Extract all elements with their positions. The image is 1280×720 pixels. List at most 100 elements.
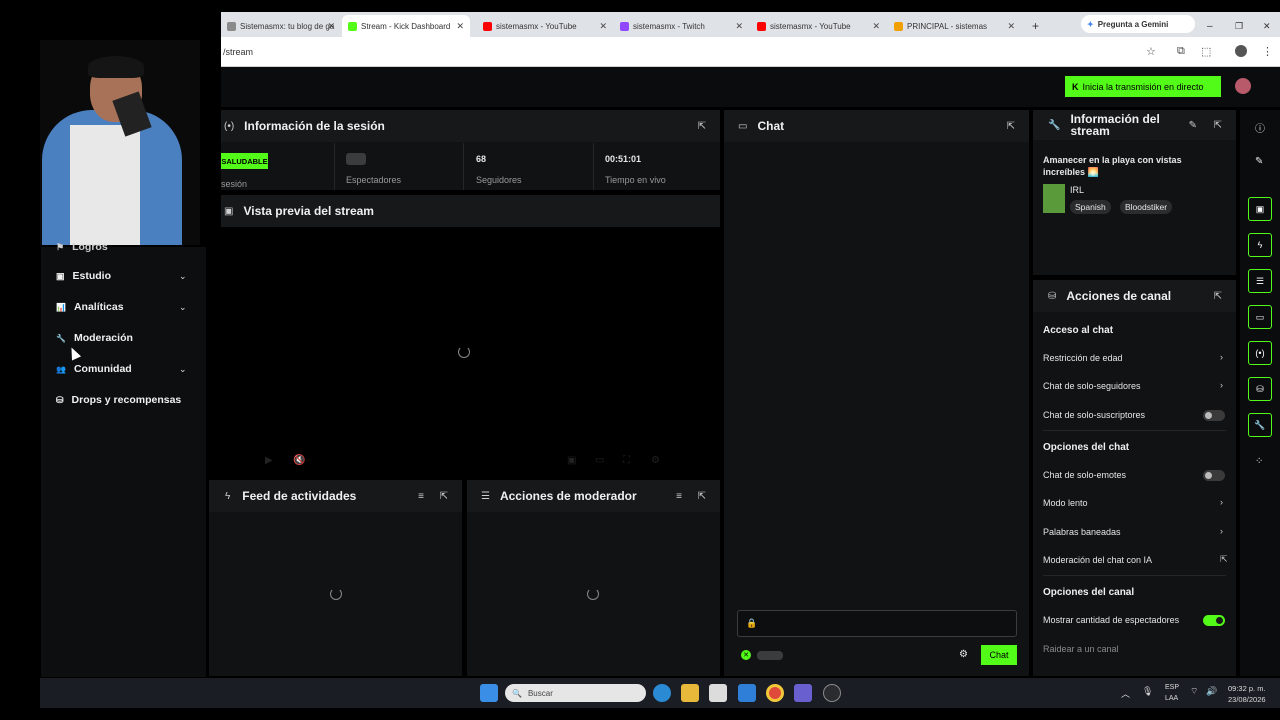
language-indicator[interactable]: ESP	[1165, 684, 1179, 691]
rail-session-button[interactable]: (•)	[1248, 341, 1272, 365]
gear-icon[interactable]: ⚙	[959, 649, 968, 660]
taskbar-search[interactable]: 🔍 Buscar	[505, 684, 646, 702]
url-text[interactable]: /stream	[223, 47, 253, 57]
close-icon[interactable]: ✕	[872, 21, 880, 32]
windows-start-icon[interactable]	[480, 684, 498, 702]
rail-activity-button[interactable]: ϟ	[1248, 233, 1272, 257]
category-name[interactable]: IRL	[1070, 185, 1084, 195]
subscribers-only-toggle[interactable]	[1203, 410, 1225, 421]
volume-icon[interactable]: 🔇	[293, 455, 305, 466]
setting-raid-channel[interactable]: Raidear a un canal	[1043, 644, 1119, 654]
info-icon[interactable]: ⓘ	[1255, 120, 1265, 135]
chevron-right-icon[interactable]: ›	[1220, 497, 1223, 507]
sidebar-item-logros[interactable]: ⚑ Logros	[56, 241, 108, 253]
chevron-right-icon[interactable]: ›	[1220, 380, 1223, 390]
chat-input[interactable]: 🔒	[737, 610, 1017, 637]
setting-ai-moderation[interactable]: Moderación del chat con IA	[1043, 555, 1152, 565]
wifi-icon[interactable]: ⌔	[1190, 686, 1198, 697]
tag-chip[interactable]: Spanish	[1070, 200, 1111, 214]
browser-tab[interactable]: sistemasmx - Twitch ✕	[614, 15, 749, 37]
setting-banned-words[interactable]: Palabras baneadas	[1043, 527, 1121, 537]
gemini-button[interactable]: ✦ Pregunta a Gemini	[1081, 15, 1195, 33]
sidebar-item-drops[interactable]: ⛁ Drops y recompensas	[56, 394, 181, 406]
extension-icon[interactable]: ⧉	[1177, 45, 1185, 58]
sidebar-item-analiticas[interactable]: 📊 Analíticas	[56, 301, 124, 313]
filter-icon[interactable]: ≡	[676, 491, 682, 502]
lock-icon: 🔒	[746, 618, 758, 628]
tag-chip[interactable]: Bloodstiker	[1120, 200, 1173, 214]
popout-icon[interactable]: ⇱	[1214, 120, 1222, 131]
filter-icon[interactable]: ≡	[418, 491, 424, 502]
store-icon[interactable]	[709, 684, 727, 702]
close-icon[interactable]: ✕	[1007, 21, 1015, 32]
sidebar-item-estudio[interactable]: ▣ Estudio	[56, 270, 111, 282]
rail-moderation-button[interactable]: 🔧	[1248, 413, 1272, 437]
gear-icon[interactable]: ⚙	[651, 455, 660, 466]
file-explorer-icon[interactable]	[681, 684, 699, 702]
popout-icon[interactable]: ⇱	[1007, 121, 1015, 132]
rail-mod-button[interactable]: ☰	[1248, 269, 1272, 293]
popout-icon[interactable]: ⇱	[698, 121, 706, 132]
external-link-icon[interactable]: ⇱	[1220, 554, 1228, 565]
rail-preview-button[interactable]: ▣	[1248, 197, 1272, 221]
close-icon[interactable]: ✕	[456, 21, 464, 32]
puzzle-icon[interactable]: ⬚	[1201, 45, 1211, 58]
menu-icon[interactable]: ⋮	[1262, 45, 1273, 58]
close-icon[interactable]: ✕	[327, 21, 335, 32]
profile-icon[interactable]	[1235, 45, 1247, 57]
go-live-button[interactable]: K Inicia la transmisión en directo	[1065, 76, 1221, 97]
teams-icon[interactable]	[794, 684, 812, 702]
chrome-icon[interactable]	[766, 684, 784, 702]
mail-icon[interactable]	[738, 684, 756, 702]
webcam-overlay	[40, 40, 200, 245]
popout-icon[interactable]: ⇱	[440, 491, 448, 502]
emotes-only-toggle[interactable]	[1203, 470, 1225, 481]
volume-icon[interactable]: 🔊	[1206, 686, 1217, 697]
show-viewers-toggle[interactable]	[1203, 615, 1225, 626]
browser-tab[interactable]: PRINCIPAL - sistemas ✕	[888, 15, 1021, 37]
new-tab-button[interactable]: +	[1026, 15, 1046, 37]
window-close-button[interactable]: ✕	[1257, 15, 1271, 37]
sidebar: ⚑ Logros ▣ Estudio ⌄ 📊 Analíticas ⌄ 🔧 Modera…	[41, 241, 206, 677]
setting-slow-mode[interactable]: Modo lento	[1043, 498, 1088, 508]
chevron-down-icon[interactable]: ⌄	[179, 302, 187, 313]
chat-identity-icon[interactable]: ✕	[741, 650, 751, 660]
edit-icon[interactable]: ✎	[1189, 120, 1197, 131]
theater-icon[interactable]: ▭	[595, 455, 604, 466]
close-icon[interactable]: ✕	[599, 21, 607, 32]
chat-send-button[interactable]: Chat	[981, 645, 1017, 665]
more-icon[interactable]: ⁘	[1255, 456, 1263, 467]
rail-chat-button[interactable]: ▭	[1248, 305, 1272, 329]
edge-icon[interactable]	[653, 684, 671, 702]
rail-channel-button[interactable]: ⛁	[1248, 377, 1272, 401]
fullscreen-icon[interactable]: ⛶	[623, 455, 630, 466]
obs-icon[interactable]	[823, 684, 841, 702]
clock-time[interactable]: 09:32 p. m.	[1228, 684, 1266, 693]
chevron-down-icon[interactable]: ⌄	[179, 271, 187, 282]
chevron-down-icon[interactable]: ⌄	[179, 364, 187, 375]
close-icon[interactable]: ✕	[735, 21, 743, 32]
play-icon[interactable]: ▶	[265, 455, 273, 466]
browser-tab[interactable]: sistemasmx - YouTube ✕	[477, 15, 613, 37]
pip-icon[interactable]: ▣	[567, 455, 576, 466]
chevron-right-icon[interactable]: ›	[1220, 526, 1223, 536]
maximize-button[interactable]: ❐	[1229, 15, 1243, 37]
browser-tab-active[interactable]: Stream - Kick Dashboard ✕	[342, 15, 470, 37]
address-bar[interactable]: /stream ☆ ⧉ ⬚ ⋮	[221, 37, 1280, 67]
minimize-button[interactable]: –	[1201, 15, 1215, 37]
microphone-icon[interactable]: 🎙	[1142, 686, 1153, 697]
popout-icon[interactable]: ⇱	[698, 491, 706, 502]
setting-followers-only[interactable]: Chat de solo-seguidores	[1043, 381, 1141, 391]
browser-tab[interactable]: Sistemasmx: tu blog de ga ✕	[221, 15, 341, 37]
chevron-right-icon[interactable]: ›	[1220, 352, 1223, 362]
star-icon[interactable]: ☆	[1146, 45, 1156, 58]
sidebar-item-moderacion[interactable]: 🔧 Moderación	[56, 332, 133, 344]
sidebar-item-comunidad[interactable]: 👥 Comunidad	[56, 363, 132, 375]
browser-tab[interactable]: sistemasmx - YouTube ✕	[751, 15, 886, 37]
avatar[interactable]	[1235, 78, 1251, 94]
chat-icon: ▭	[738, 120, 748, 132]
chevron-up-icon[interactable]: ︿	[1121, 687, 1130, 700]
popout-icon[interactable]: ⇱	[1214, 291, 1222, 302]
setting-age-restriction[interactable]: Restricción de edad	[1043, 353, 1123, 363]
edit-icon[interactable]: ✎	[1255, 156, 1263, 167]
